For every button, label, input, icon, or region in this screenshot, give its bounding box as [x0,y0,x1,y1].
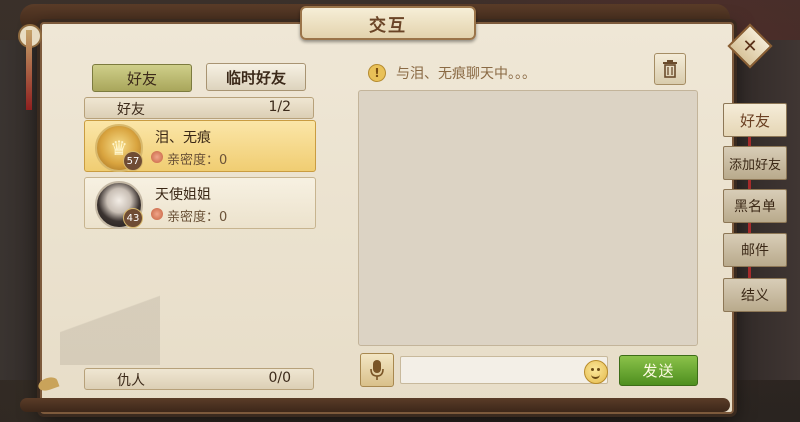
friends-section-label: 好友 [117,102,145,118]
emoji-smile-icon [591,372,600,379]
tassel-decoration [26,30,32,110]
side-tab-blacklist[interactable]: 黑名单 [723,189,787,223]
side-tab-mail[interactable]: 邮件 [723,233,787,267]
chat-status-notice: ! 与泪、无痕聊天中。。。 [368,62,536,84]
friend-intimacy: 亲密度：0 [167,153,228,168]
clear-chat-button[interactable] [654,53,686,85]
exclamation-icon: ! [368,64,386,82]
friend-name: 泪、无痕 [155,130,211,146]
friend-list-item[interactable]: ♛ 57 泪、无痕 亲密度：0 [84,120,316,172]
emoji-eye-icon [591,368,594,371]
friends-section-header[interactable]: 好友 1/2 [84,97,314,119]
side-tab-sworn-brothers[interactable]: 结义 [723,278,787,312]
microphone-icon [370,360,384,380]
chat-status-text: 与泪、无痕聊天中。。。 [396,66,536,82]
side-tab-friends[interactable]: 好友 [723,103,787,137]
tab-temp-friends[interactable]: 临时好友 [206,63,306,91]
friends-section-count: 1/2 [268,99,291,115]
chat-message-area[interactable] [358,90,698,346]
trash-icon [663,60,677,78]
enemies-section-count: 0/0 [268,370,291,386]
close-icon: ✕ [742,35,758,57]
enemies-section-label: 仇人 [117,373,145,389]
level-badge: 57 [123,151,143,171]
friend-list-item[interactable]: 43 天使姐姐 亲密度：0 [84,177,316,229]
side-tab-add-friend[interactable]: 添加好友 [723,146,787,180]
panel-bottom-frame [20,398,730,412]
voice-button[interactable] [360,353,394,387]
level-badge: 43 [123,208,143,228]
friend-intimacy: 亲密度：0 [167,210,228,225]
friend-name: 天使姐姐 [155,187,211,203]
chat-input[interactable] [400,356,608,384]
emoji-button[interactable] [584,360,608,384]
intimacy-heart-icon [151,151,163,163]
tab-friends[interactable]: 好友 [92,64,192,92]
intimacy-heart-icon [151,208,163,220]
mountain-decoration [60,285,160,365]
enemies-section-header[interactable]: 仇人 0/0 [84,368,314,390]
send-button[interactable]: 发送 [619,355,698,386]
emoji-eye-icon [597,368,600,371]
panel-title: 交互 [300,6,476,40]
